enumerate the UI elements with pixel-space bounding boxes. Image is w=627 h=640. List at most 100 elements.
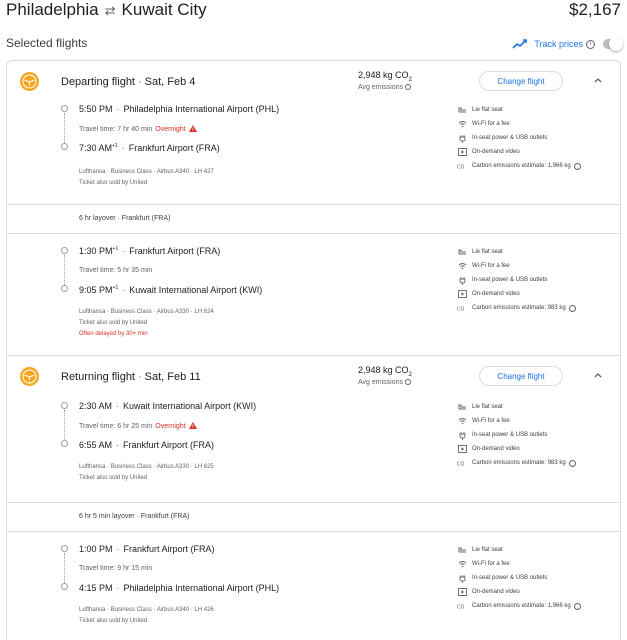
amenity-item: Wi-Fi for a fee <box>457 117 617 131</box>
travel-time: Travel time: 6 hr 25 min Overnight <box>79 422 197 430</box>
emissions-value: 2,948 kg CO2 <box>358 365 412 378</box>
airline-details: Lufthansa · Business Class · Airbus A340… <box>79 169 214 175</box>
svg-text:CO: CO <box>457 165 464 171</box>
departure-time: 2:30 AM <box>79 401 113 411</box>
amenity-label: On-demand video <box>472 446 520 452</box>
wifi-icon <box>457 416 467 426</box>
track-prices-toggle[interactable] <box>603 37 623 51</box>
overnight-label: Overnight <box>155 423 186 430</box>
svg-text:CO: CO <box>457 307 464 313</box>
leg-details: Lufthansa · Business Class · Airbus A330… <box>79 307 214 340</box>
emissions-note: Avg emissions <box>358 379 412 386</box>
emissions-subscript: 2 <box>408 371 412 378</box>
warning-icon <box>188 422 197 429</box>
ticket-sold-by: Ticket also sold by United <box>79 180 148 186</box>
wifi-icon <box>457 119 467 129</box>
track-prices-label: Track prices <box>534 39 583 49</box>
amenity-label: Carbon emissions estimate: 983 kg <box>472 305 566 311</box>
arrival-airport: Kuwait International Airport (KWI) <box>129 285 263 295</box>
warning-icon <box>188 125 197 132</box>
info-icon[interactable] <box>568 304 576 312</box>
arrival-airport: Frankfurt Airport (FRA) <box>123 440 215 450</box>
departure-time: 1:00 PM <box>79 544 113 554</box>
timeline-line <box>64 113 65 143</box>
amenity-label: In-seat power & USB outlets <box>472 575 548 581</box>
co2-icon: CO <box>457 601 467 611</box>
amenity-item: On-demand video <box>457 145 617 159</box>
amenities-list: Lie flat seat Wi-Fi for a fee In-seat po… <box>457 103 617 173</box>
departing-flight-header[interactable]: Departing flight · Sat, Feb 4 2,948 kg CO2… <box>7 61 620 101</box>
wifi-icon <box>457 559 467 569</box>
svg-text:CO: CO <box>457 605 464 611</box>
info-icon[interactable] <box>405 84 412 91</box>
amenity-label: On-demand video <box>472 149 520 155</box>
amenity-label: Wi-Fi for a fee <box>472 418 510 424</box>
arrival-stop: 7:30 AM+1 · Frankfurt Airport (FRA) <box>79 143 220 153</box>
change-flight-button[interactable]: Change flight <box>479 71 563 91</box>
co2-icon: CO <box>457 161 467 171</box>
info-icon[interactable] <box>573 602 581 610</box>
airline-details: Lufthansa · Business Class · Airbus A330… <box>79 309 214 315</box>
trip-header: Philadelphia ⇄ Kuwait City $2,167 <box>6 0 621 24</box>
returning-flight-header[interactable]: Returning flight · Sat, Feb 11 2,948 kg CO… <box>7 356 620 396</box>
info-icon[interactable] <box>405 379 412 386</box>
change-flight-button[interactable]: Change flight <box>479 366 563 386</box>
emissions-text: 2,948 kg CO <box>358 365 409 375</box>
amenity-item: On-demand video <box>457 287 617 301</box>
emissions-text: 2,948 kg CO <box>358 70 409 80</box>
arrival-dot <box>61 143 68 150</box>
amenity-label: Wi-Fi for a fee <box>472 561 510 567</box>
amenity-item: In-seat power & USB outlets <box>457 428 617 442</box>
chevron-up-icon[interactable] <box>593 75 603 85</box>
amenity-label: On-demand video <box>472 589 520 595</box>
ticket-sold-by: Ticket also sold by United <box>79 618 148 624</box>
info-icon[interactable] <box>568 459 576 467</box>
travel-time: Travel time: 5 hr 35 min <box>79 267 152 274</box>
timeline-line <box>64 410 65 440</box>
amenity-item: CO Carbon emissions estimate: 983 kg <box>457 301 617 315</box>
day-offset: +1 <box>112 246 119 252</box>
arrival-time: 6:55 AM <box>79 440 113 450</box>
seat-icon <box>457 247 467 257</box>
amenities-list: Lie flat seat Wi-Fi for a fee In-seat po… <box>457 543 617 613</box>
route-title: Philadelphia ⇄ Kuwait City <box>6 0 207 20</box>
video-icon <box>457 289 467 299</box>
departure-dot <box>61 247 68 254</box>
returning-flight-title: Returning flight · Sat, Feb 11 <box>61 371 201 383</box>
flight-date: Sat, Feb 11 <box>144 371 201 383</box>
seat-icon <box>457 402 467 412</box>
amenity-item: Wi-Fi for a fee <box>457 414 617 428</box>
emissions-note-text: Avg emissions <box>358 379 404 386</box>
delay-warning: Often delayed by 30+ min <box>79 331 148 337</box>
track-prices[interactable]: Track prices i <box>512 36 623 52</box>
departure-airport: Frankfurt Airport (FRA) <box>129 246 221 256</box>
amenity-item: CO Carbon emissions estimate: 1,966 kg <box>457 599 617 613</box>
departure-dot <box>61 105 68 112</box>
airline-details: Lufthansa · Business Class · Airbus A340… <box>79 607 214 613</box>
departure-stop: 1:30 PM+1 · Frankfurt Airport (FRA) <box>79 246 221 256</box>
co2-icon: CO <box>457 303 467 313</box>
amenity-label: Lie flat seat <box>472 547 503 553</box>
arrival-dot <box>61 285 68 292</box>
amenity-label: Lie flat seat <box>472 249 503 255</box>
amenity-item: On-demand video <box>457 585 617 599</box>
amenity-item: Wi-Fi for a fee <box>457 259 617 273</box>
leg-timeline <box>61 545 71 591</box>
amenity-item: Lie flat seat <box>457 400 617 414</box>
leg-details: Lufthansa · Business Class · Airbus A340… <box>79 605 214 627</box>
info-icon[interactable]: i <box>586 39 595 49</box>
video-icon <box>457 444 467 454</box>
total-price: $2,167 <box>569 0 621 19</box>
chevron-up-icon[interactable] <box>593 370 603 380</box>
emissions-subscript: 2 <box>408 76 412 83</box>
amenity-label: Wi-Fi for a fee <box>472 263 510 269</box>
arrival-stop: 9:05 PM+1 · Kuwait International Airport (… <box>79 285 263 295</box>
amenity-item: In-seat power & USB outlets <box>457 131 617 145</box>
flight-direction: Returning flight <box>61 371 135 383</box>
info-icon[interactable] <box>573 162 581 170</box>
video-icon <box>457 147 467 157</box>
ticket-sold-by: Ticket also sold by United <box>79 320 148 326</box>
co2-icon: CO <box>457 458 467 468</box>
day-offset: +1 <box>112 143 118 149</box>
flight-leg: 2:30 AM · Kuwait International Airport (KW… <box>7 398 620 498</box>
